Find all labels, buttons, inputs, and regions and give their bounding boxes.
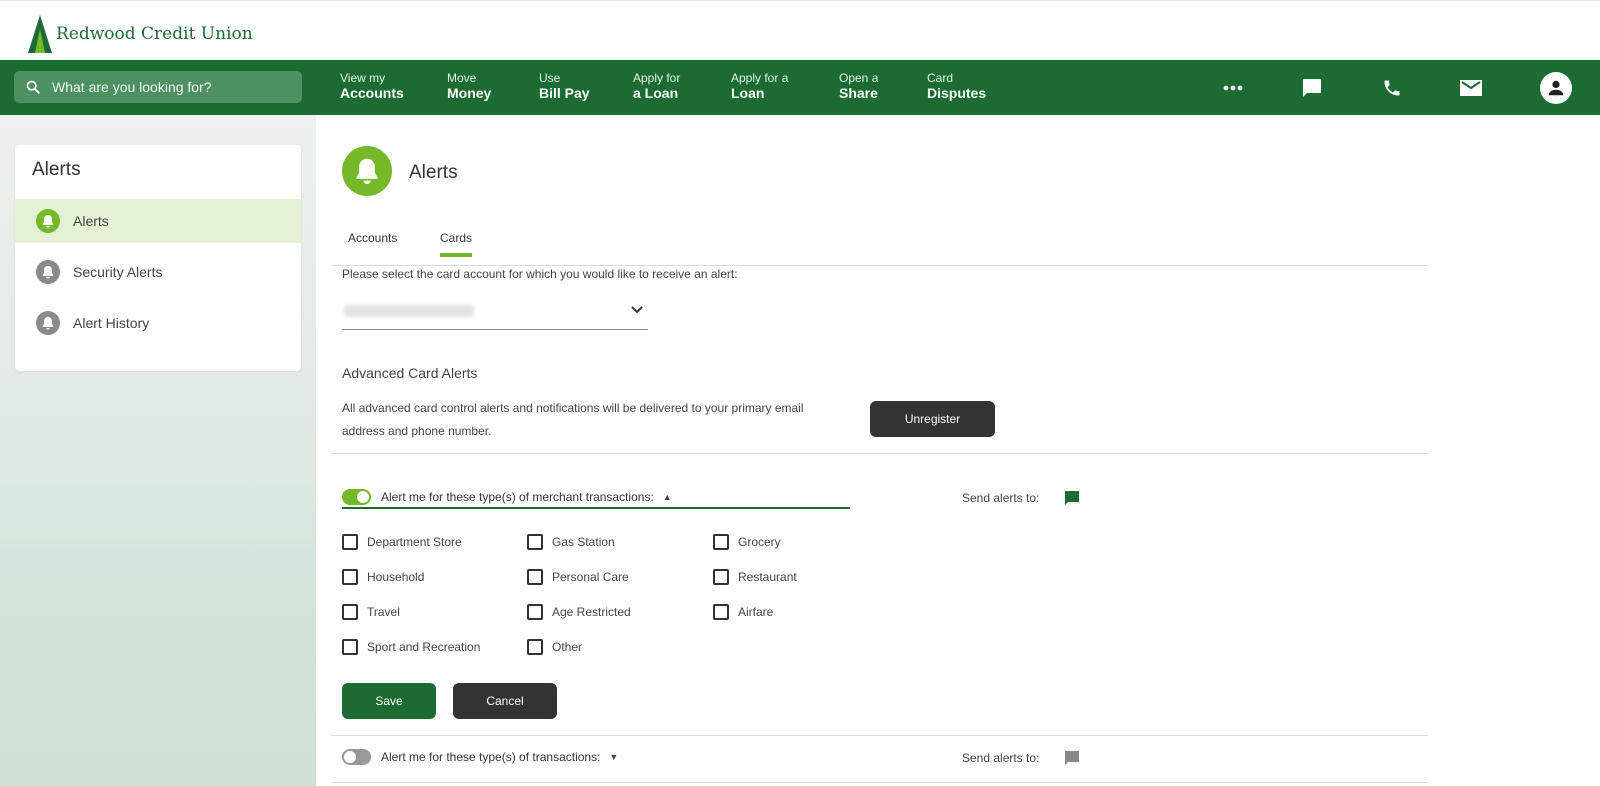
tab-accounts[interactable]: Accounts	[348, 231, 397, 253]
nav-move-money[interactable]: Move Money	[447, 71, 492, 102]
checkbox-label: Restaurant	[738, 570, 797, 584]
caret-down-icon[interactable]: ▼	[609, 752, 618, 762]
checkbox-label: Age Restricted	[552, 605, 631, 619]
tab-cards[interactable]: Cards	[440, 231, 473, 257]
selected-card-account-redacted	[344, 305, 474, 317]
divider	[331, 782, 1428, 783]
sidebar-item-label: Security Alerts	[73, 264, 163, 280]
sidebar-item-alerts[interactable]: Alerts	[15, 199, 301, 243]
phone-icon[interactable]	[1378, 74, 1406, 102]
checkbox-airfare[interactable]: Airfare	[713, 604, 773, 620]
nav-line1: Open a	[839, 71, 879, 85]
nav-apply-a-loan[interactable]: Apply for a Loan	[633, 71, 681, 102]
checkbox-sport-and-recreation[interactable]: Sport and Recreation	[342, 639, 480, 655]
nav-apply-loan[interactable]: Apply for a Loan	[731, 71, 789, 102]
chat-icon[interactable]	[1064, 490, 1080, 506]
checkbox-age-restricted[interactable]: Age Restricted	[527, 604, 631, 620]
divider	[331, 735, 1428, 736]
checkbox-household[interactable]: Household	[342, 569, 424, 585]
nav-card-disputes[interactable]: Card Disputes	[927, 71, 987, 102]
search-icon	[26, 80, 40, 94]
checkbox-label: Airfare	[738, 605, 774, 619]
page-title: Alerts	[409, 162, 458, 183]
profile-icon[interactable]	[1540, 72, 1572, 104]
checkbox-label: Other	[552, 640, 583, 654]
nav-line1: Card	[927, 71, 954, 85]
checkbox-other[interactable]: Other	[527, 639, 582, 655]
sidebar-title: Alerts	[32, 159, 81, 180]
alert-tabs: Accounts Cards	[331, 221, 1428, 266]
chat-icon[interactable]	[1064, 750, 1080, 766]
sidebar-item-label: Alert History	[73, 315, 150, 331]
cancel-button[interactable]: Cancel	[453, 683, 557, 719]
nav-open-share[interactable]: Open a Share	[839, 71, 879, 102]
nav-line2: Accounts	[340, 85, 404, 102]
checkbox-label: Gas Station	[552, 535, 615, 549]
send-alerts-label: Send alerts to:	[962, 491, 1040, 505]
transaction-alert-label: Alert me for these type(s) of transactio…	[381, 750, 601, 764]
logo-bar: Redwood Credit Union	[0, 0, 1600, 60]
search-input[interactable]: What are you looking for?	[14, 71, 302, 103]
chat-icon[interactable]	[1298, 74, 1326, 102]
divider	[331, 453, 1428, 454]
merchant-alert-underline	[342, 507, 850, 509]
checkbox-label: Sport and Recreation	[367, 640, 481, 654]
transaction-alert-toggle-row[interactable]: Alert me for these type(s) of transactio…	[342, 745, 618, 769]
nav-line1: Apply for	[633, 71, 681, 85]
nav-line1: View my	[340, 71, 386, 85]
card-select-instruction: Please select the card account for which…	[342, 267, 738, 281]
unregister-button[interactable]: Unregister	[870, 401, 995, 437]
more-icon[interactable]	[1219, 74, 1247, 102]
advanced-card-alerts-title: Advanced Card Alerts	[342, 365, 478, 381]
caret-up-icon[interactable]: ▲	[663, 492, 672, 502]
alerts-bell-icon	[342, 146, 392, 196]
bell-icon	[36, 209, 60, 233]
checkbox-grocery[interactable]: Grocery	[713, 534, 781, 550]
brand-logo[interactable]: Redwood Credit Union	[28, 15, 253, 53]
nav-line2: Disputes	[927, 85, 987, 102]
chevron-down-icon	[631, 306, 643, 314]
checkbox-label: Household	[367, 570, 425, 584]
nav-bill-pay[interactable]: Use Bill Pay	[539, 71, 590, 102]
main-nav: What are you looking for? View my Accoun…	[0, 60, 1600, 115]
checkbox-personal-care[interactable]: Personal Care	[527, 569, 629, 585]
sidebar-item-alert-history[interactable]: Alert History	[15, 301, 301, 345]
advanced-card-alerts-description: All advanced card control alerts and not…	[342, 401, 804, 438]
merchant-alert-toggle[interactable]	[342, 489, 371, 505]
transaction-alert-toggle[interactable]	[342, 749, 371, 765]
brand-name: Redwood Credit Union	[56, 24, 253, 44]
checkbox-label: Personal Care	[552, 570, 629, 584]
sidebar-item-label: Alerts	[73, 213, 109, 229]
nav-line2: a Loan	[633, 85, 679, 102]
card-account-select[interactable]	[342, 295, 648, 330]
checkbox-label: Travel	[367, 605, 400, 619]
bell-icon	[36, 260, 60, 284]
merchant-alert-label: Alert me for these type(s) of merchant t…	[381, 490, 654, 504]
send-alerts-label: Send alerts to:	[962, 751, 1040, 765]
checkbox-travel[interactable]: Travel	[342, 604, 400, 620]
save-button[interactable]: Save	[342, 683, 436, 719]
main-content: Alerts Accounts Cards Please select the …	[316, 115, 1600, 786]
merchant-alert-toggle-row[interactable]: Alert me for these type(s) of merchant t…	[342, 485, 672, 509]
nav-line1: Apply for a	[731, 71, 789, 85]
checkbox-label: Grocery	[738, 535, 781, 549]
sidebar-card: Alerts Alerts Security Alerts Alert Hist…	[15, 145, 301, 371]
checkbox-label: Department Store	[367, 535, 462, 549]
nav-line2: Loan	[731, 85, 765, 102]
sidebar-item-security-alerts[interactable]: Security Alerts	[15, 250, 301, 294]
search-placeholder: What are you looking for?	[52, 79, 212, 95]
checkbox-department-store[interactable]: Department Store	[342, 534, 462, 550]
nav-view-accounts[interactable]: View my Accounts	[340, 71, 404, 102]
checkbox-restaurant[interactable]: Restaurant	[713, 569, 797, 585]
redwood-tree-icon	[28, 15, 52, 53]
bell-icon	[36, 311, 60, 335]
nav-line1: Use	[539, 71, 561, 85]
mail-icon[interactable]	[1457, 74, 1485, 102]
nav-line1: Move	[447, 71, 477, 85]
nav-line2: Share	[839, 85, 878, 102]
checkbox-gas-station[interactable]: Gas Station	[527, 534, 615, 550]
nav-line2: Money	[447, 85, 492, 102]
nav-line2: Bill Pay	[539, 85, 590, 102]
